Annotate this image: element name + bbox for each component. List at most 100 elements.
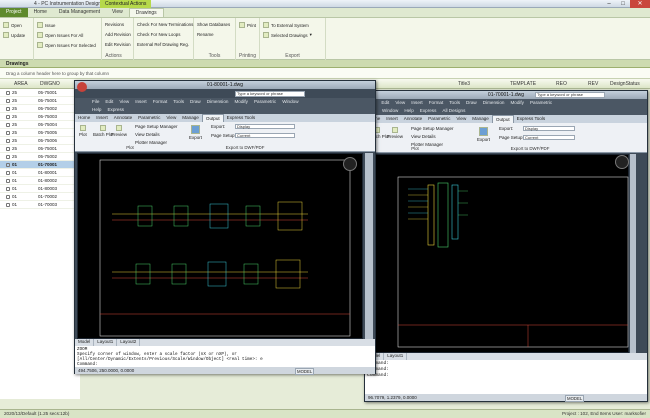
revisions-button[interactable]: Revisions <box>105 22 124 27</box>
window1-viewcube-icon[interactable] <box>343 157 357 171</box>
tab-project[interactable]: Project <box>0 8 28 17</box>
table-row[interactable]: 25 05-75002 <box>0 153 80 161</box>
window2-search-input[interactable]: Type a keyword or phrase <box>535 92 605 98</box>
window1-page-setup-button[interactable]: Page Setup Manager <box>135 124 178 129</box>
update-button[interactable]: Update <box>3 32 25 38</box>
table-row[interactable]: 25 05-75003 <box>0 113 80 121</box>
column-title3[interactable]: Title3 <box>458 81 470 87</box>
table-row[interactable]: 25 05-75005 <box>0 129 80 137</box>
external-ref-button[interactable]: External Ref Drawing Reg. <box>137 42 189 47</box>
print-button[interactable]: Print <box>239 22 256 28</box>
window1-export-button[interactable]: Export <box>189 125 202 140</box>
window1-menu-item-4[interactable]: Format <box>150 98 171 106</box>
window1-page-setup-select[interactable]: Current <box>235 133 295 138</box>
window2-tab-parametric[interactable]: Parametric <box>425 115 453 123</box>
table-row[interactable]: 25 05-75001 <box>0 145 80 153</box>
check-new-terminations-button[interactable]: Check For New Terminations <box>137 22 193 27</box>
window2-menu-item-7[interactable]: Dimension <box>480 99 508 107</box>
window1-model-tab[interactable]: Model <box>75 339 95 346</box>
open-issues-selected-button[interactable]: Open Issues For Selected <box>37 42 96 48</box>
window1-tab-manage[interactable]: Manage <box>179 114 202 122</box>
to-external-system-button[interactable]: To External System <box>263 22 309 28</box>
show-databases-button[interactable]: Show Databases <box>197 22 230 27</box>
window2-page-setup-button[interactable]: Page Setup Manager <box>411 126 454 131</box>
autocad-logo-icon[interactable] <box>77 82 87 92</box>
selected-drawings-button[interactable]: Selected Drawings ▾ <box>263 32 312 38</box>
open-button[interactable]: Open <box>3 22 22 28</box>
window1-search-input[interactable]: Type a keyword or phrase <box>235 91 305 97</box>
window1-menu-item-1[interactable]: Edit <box>102 98 116 106</box>
window1-menu-item-9[interactable]: Parametric <box>251 98 279 106</box>
window2-page-setup-select[interactable]: Current <box>523 135 575 140</box>
window1-tab-output[interactable]: Output <box>201 114 224 122</box>
close-icon[interactable]: ✕ <box>630 0 650 8</box>
window1-tab-express-tools[interactable]: Express Tools <box>224 114 259 122</box>
add-revision-button[interactable]: Add Revision <box>105 32 131 37</box>
window2-menu-item-9[interactable]: Parametric <box>527 99 555 107</box>
window2-vertical-scrollbar[interactable] <box>630 154 636 353</box>
window2-tab-output[interactable]: Output <box>491 115 514 123</box>
window1-plot-button[interactable]: Plot <box>79 125 87 137</box>
window2-tab-view[interactable]: View <box>453 115 469 123</box>
window1-menu-item-8[interactable]: Modify <box>231 98 251 106</box>
table-row[interactable]: 25 05-75001 <box>0 97 80 105</box>
tab-view[interactable]: View <box>106 8 129 17</box>
window1-tab-home[interactable]: Home <box>75 114 93 122</box>
window2-tab-insert[interactable]: Insert <box>383 115 401 123</box>
window1-menu-item-0[interactable]: File <box>89 98 102 106</box>
window2-tab-manage[interactable]: Manage <box>469 115 492 123</box>
table-row[interactable]: 01 01-70001 <box>0 161 80 169</box>
table-row[interactable]: 25 05-75002 <box>0 105 80 113</box>
window1-menu-item-7[interactable]: Dimension <box>204 98 232 106</box>
window1-preview-button[interactable]: Preview <box>111 125 127 137</box>
window2-command-line[interactable]: Command: Command: Command: <box>365 360 647 394</box>
issue-button[interactable]: Issue <box>37 22 56 28</box>
group-by-area[interactable]: Drag a column header here to group by th… <box>0 68 650 79</box>
column-area[interactable]: AREA <box>14 81 28 87</box>
tab-data-management[interactable]: Data Management <box>53 8 106 17</box>
window2-menu2-item-0[interactable]: Window <box>379 107 401 115</box>
table-row[interactable]: 01 01-70002 <box>0 193 80 201</box>
window1-vertical-scrollbar[interactable] <box>365 153 373 339</box>
window2-export-button[interactable]: Export <box>477 127 490 142</box>
window2-menu2-item-2[interactable]: Express <box>417 107 440 115</box>
window1-menu-item-3[interactable]: Insert <box>132 98 150 106</box>
window2-drawing-area[interactable] <box>367 154 629 353</box>
open-issues-all-button[interactable]: Open Issues For All <box>37 32 83 38</box>
window1-menu-item-2[interactable]: View <box>116 98 132 106</box>
window1-menu-item-6[interactable]: Draw <box>187 98 204 106</box>
window1-view-details-button[interactable]: View Details <box>135 132 160 137</box>
tab-drawings[interactable]: Drawings <box>128 8 164 17</box>
window2-tab-express-tools[interactable]: Express Tools <box>514 115 549 123</box>
window2-menu-item-3[interactable]: Insert <box>408 99 426 107</box>
window1-tab-annotate[interactable]: Annotate <box>111 114 135 122</box>
window1-export-select[interactable]: Display <box>235 124 295 129</box>
table-row[interactable]: 01 01-70003 <box>0 201 80 209</box>
window2-menu-item-2[interactable]: View <box>392 99 408 107</box>
window1-tab-parametric[interactable]: Parametric <box>135 114 163 122</box>
window2-menu-item-4[interactable]: Format <box>426 99 447 107</box>
window2-view-details-button[interactable]: View Details <box>411 134 436 139</box>
window1-drawing-area[interactable] <box>77 153 363 339</box>
window2-menu-item-6[interactable]: Draw <box>463 99 480 107</box>
window1-tab-view[interactable]: View <box>163 114 179 122</box>
table-row[interactable]: 01 01-80003 <box>0 185 80 193</box>
tab-home[interactable]: Home <box>28 8 53 17</box>
table-row[interactable]: 25 05-75006 <box>0 137 80 145</box>
window1-menu-item-5[interactable]: Tools <box>170 98 187 106</box>
table-row[interactable]: 01 01-80001 <box>0 169 80 177</box>
rename-button[interactable]: Rename <box>197 32 214 37</box>
column-rev[interactable]: REV <box>588 81 598 87</box>
minimize-icon[interactable]: – <box>602 0 616 8</box>
table-row[interactable]: 25 05-75001 <box>0 89 80 97</box>
column-dwgno[interactable]: DWGNO <box>40 81 60 87</box>
contextual-actions-tab[interactable]: Contextual Actions <box>100 0 152 8</box>
column-reo[interactable]: REO <box>556 81 567 87</box>
window1-layout1-tab[interactable]: Layout1 <box>94 339 118 346</box>
window1-tab-insert[interactable]: Insert <box>93 114 111 122</box>
window2-viewcube-icon[interactable] <box>615 155 629 169</box>
window2-menu2-item-1[interactable]: Help <box>401 107 416 115</box>
window2-menu-item-8[interactable]: Modify <box>507 99 527 107</box>
window1-command-line[interactable]: ZOOM Specify corner of window, enter a s… <box>75 346 375 368</box>
window2-model-toggle[interactable]: MODEL <box>565 395 585 402</box>
